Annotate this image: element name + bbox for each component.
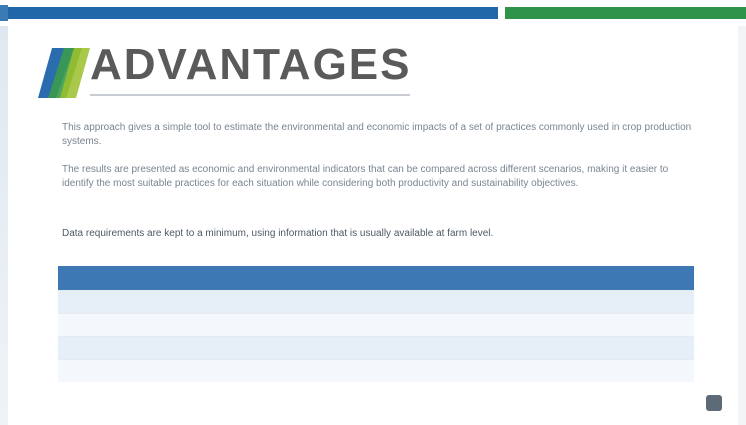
table-cell (524, 336, 610, 360)
slide-title: ADVANTAGES (90, 40, 412, 89)
top-corner (0, 5, 8, 21)
table-cell (524, 313, 610, 337)
top-bar (0, 0, 746, 26)
table-header-cell (609, 266, 694, 291)
table-header-cell (439, 266, 525, 291)
table-cell (609, 313, 694, 337)
top-bar-separator (498, 5, 505, 21)
table-cell (58, 313, 440, 337)
table-header-cell (58, 266, 440, 291)
paragraph-1: This approach gives a simple tool to est… (62, 122, 692, 147)
table-cell (58, 359, 440, 382)
table-cell (609, 336, 694, 360)
slide-logo-icon (38, 48, 90, 98)
table-cell (58, 336, 440, 360)
table-cell (58, 290, 440, 314)
table-row (58, 290, 694, 314)
table-cell (524, 359, 610, 382)
top-bar-green (505, 7, 746, 19)
emblem-icon (706, 395, 722, 411)
table-cell (439, 313, 525, 337)
table-cell (439, 359, 525, 382)
table-row (58, 359, 694, 382)
table-cell (524, 290, 610, 314)
paragraph-2: The results are presented as economic an… (62, 164, 669, 189)
footer-right (700, 395, 722, 411)
table-row (58, 336, 694, 360)
table-cell (609, 359, 694, 382)
title-underline (90, 94, 410, 96)
data-table (58, 266, 694, 382)
table-cell (439, 290, 525, 314)
table-header-row (58, 266, 694, 291)
table-row (58, 313, 694, 337)
paragraph-3: Data requirements are kept to a minimum,… (62, 228, 494, 239)
table-cell (439, 336, 525, 360)
right-border (738, 26, 746, 425)
table-cell (609, 290, 694, 314)
table-header-cell (524, 266, 610, 291)
left-border (0, 26, 8, 425)
top-bar-blue (8, 7, 498, 19)
